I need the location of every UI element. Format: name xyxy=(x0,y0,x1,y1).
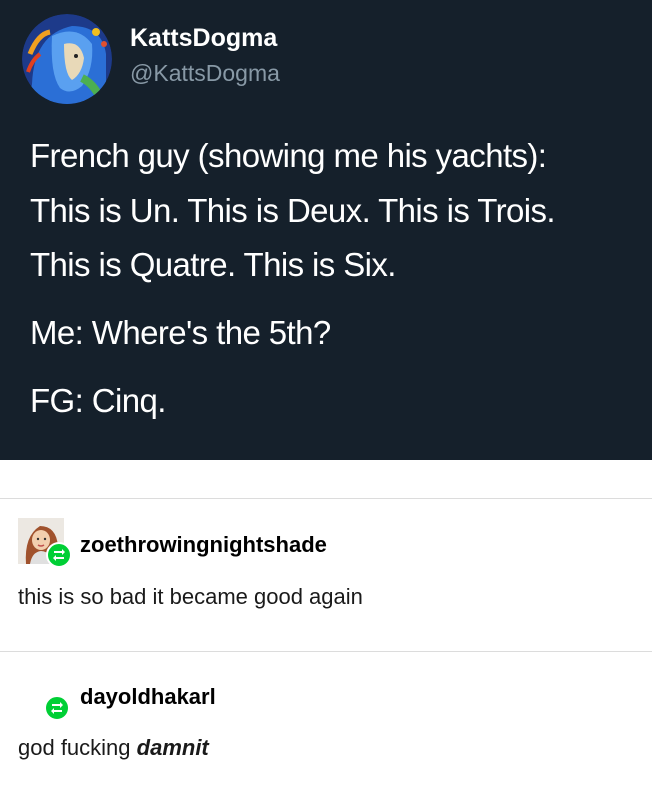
tweet-text-line: French guy (showing me his yachts): xyxy=(30,137,547,174)
tweet-handle[interactable]: @KattsDogma xyxy=(130,60,280,87)
reblog-icon xyxy=(46,542,72,568)
tweet-text-line: Me: Where's the 5th? xyxy=(30,314,331,351)
tweet-display-name[interactable]: KattsDogma xyxy=(130,24,277,53)
reblog-icon xyxy=(44,695,70,721)
reblog-text-emphasis: damnit xyxy=(136,735,209,760)
divider xyxy=(0,651,652,652)
reblog-username[interactable]: dayoldhakarl xyxy=(80,684,216,710)
illustrated-face-avatar-icon xyxy=(22,14,112,104)
reblog-text-plain: god fucking xyxy=(18,735,137,760)
reblog-text: god fucking damnit xyxy=(18,735,209,761)
tweet-avatar[interactable] xyxy=(22,14,112,104)
reblog-text: this is so bad it became good again xyxy=(18,584,363,609)
divider xyxy=(0,498,652,499)
tweet-text-line: FG: Cinq. xyxy=(30,382,166,419)
tweet-text-line: This is Un. This is Deux. This is Trois. xyxy=(30,192,556,229)
tweet-text-line: This is Quatre. This is Six. xyxy=(30,246,396,283)
tweet-screenshot: KattsDogma @KattsDogma French guy (showi… xyxy=(0,0,652,460)
reblog-username[interactable]: zoethrowingnightshade xyxy=(80,532,327,558)
